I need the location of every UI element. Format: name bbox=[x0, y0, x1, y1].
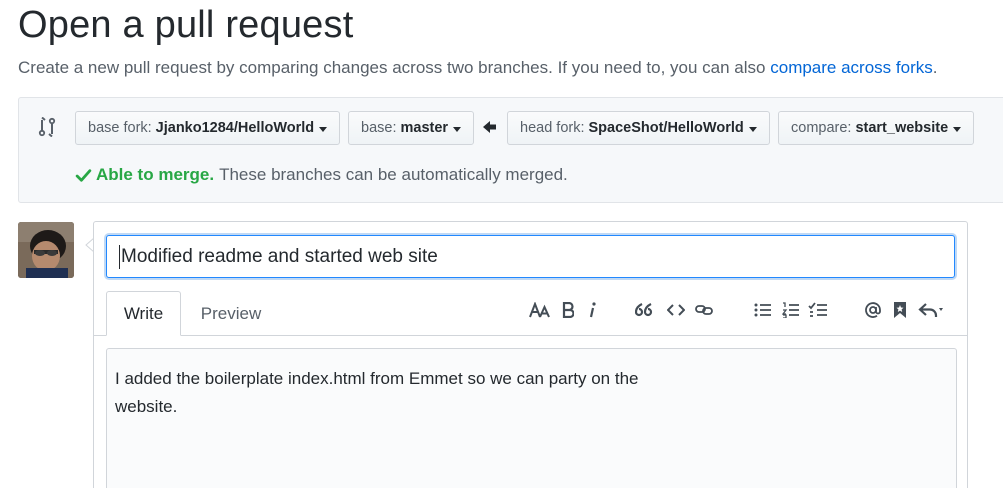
git-compare-icon bbox=[38, 117, 56, 137]
chevron-down-icon bbox=[453, 126, 462, 132]
text-cursor bbox=[119, 244, 120, 269]
head-fork-select[interactable]: head fork: SpaceShot/HelloWorld bbox=[507, 111, 770, 145]
page-title: Open a pull request bbox=[18, 4, 354, 46]
compare-branch-select[interactable]: compare: start_website bbox=[778, 111, 975, 145]
pr-body-line: website. bbox=[115, 397, 178, 416]
head-fork-value: SpaceShot/HelloWorld bbox=[588, 120, 744, 136]
reply-icon[interactable] bbox=[917, 298, 949, 322]
tab-write[interactable]: Write bbox=[106, 291, 181, 336]
quote-icon[interactable] bbox=[634, 298, 654, 322]
base-fork-label: base fork: bbox=[88, 120, 152, 136]
base-branch-value: master bbox=[400, 120, 449, 136]
ordered-list-icon[interactable] bbox=[780, 298, 802, 322]
link-icon[interactable] bbox=[693, 298, 715, 322]
subtitle-end: . bbox=[932, 58, 938, 77]
tab-preview-label: Preview bbox=[200, 303, 262, 323]
code-icon[interactable] bbox=[665, 298, 687, 322]
unordered-list-icon[interactable] bbox=[752, 298, 774, 322]
chevron-down-icon bbox=[953, 126, 962, 132]
avatar[interactable] bbox=[18, 222, 74, 278]
tab-preview[interactable]: Preview bbox=[186, 291, 276, 336]
task-list-icon[interactable] bbox=[806, 298, 830, 322]
head-fork-label: head fork: bbox=[520, 120, 585, 136]
pr-title-input[interactable]: Modified readme and started web site bbox=[106, 235, 955, 278]
chevron-down-icon bbox=[319, 126, 328, 132]
base-fork-value: Jjanko1284/HelloWorld bbox=[155, 120, 315, 136]
compare-range-box: base fork: Jjanko1284/HelloWorld base: m… bbox=[18, 97, 1003, 203]
tab-write-label: Write bbox=[123, 303, 164, 323]
chevron-down-icon bbox=[748, 126, 757, 132]
mention-icon[interactable] bbox=[862, 298, 884, 322]
pr-body-textarea[interactable]: I added the boilerplate index.html from … bbox=[106, 348, 957, 488]
page-subtitle: Create a new pull request by comparing c… bbox=[18, 58, 937, 78]
subtitle-text: Create a new pull request by comparing c… bbox=[18, 58, 766, 77]
bold-icon[interactable] bbox=[560, 298, 576, 322]
merge-status-message: These branches can be automatically merg… bbox=[219, 165, 568, 184]
compare-branch-value: start_website bbox=[855, 120, 949, 136]
merge-status-label: Able to merge. bbox=[96, 165, 215, 184]
compare-across-forks-link[interactable]: compare across forks bbox=[770, 58, 933, 77]
merge-status: Able to merge. These branches can be aut… bbox=[75, 165, 568, 185]
bookmark-icon[interactable] bbox=[890, 298, 910, 322]
italic-icon[interactable] bbox=[585, 298, 599, 322]
pr-title-value: Modified readme and started web site bbox=[121, 245, 438, 267]
pr-body-line: I added the boilerplate index.html from … bbox=[115, 369, 639, 388]
base-branch-select[interactable]: base: master bbox=[348, 111, 475, 145]
base-fork-select[interactable]: base fork: Jjanko1284/HelloWorld bbox=[75, 111, 341, 145]
arrow-left-icon bbox=[483, 121, 496, 133]
base-branch-label: base: bbox=[361, 120, 397, 136]
text-size-icon[interactable] bbox=[528, 298, 552, 322]
avatar-image bbox=[18, 222, 74, 278]
compare-branch-label: compare: bbox=[791, 120, 852, 136]
check-icon bbox=[75, 168, 92, 182]
